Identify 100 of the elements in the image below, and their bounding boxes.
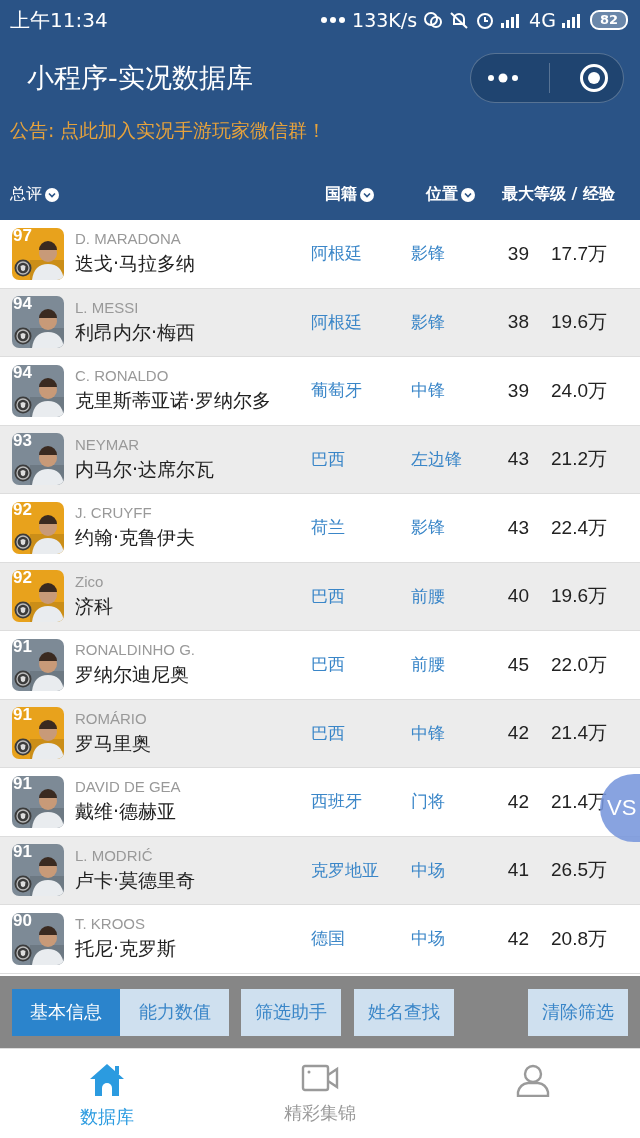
experience: 22.0万 [550, 652, 607, 677]
player-name-chinese: 济科 [75, 593, 114, 619]
max-level: 38 [506, 311, 529, 334]
player-name-chinese: 利昂内尔·梅西 [75, 319, 197, 345]
experience: 17.7万 [550, 241, 607, 266]
player-name-chinese: 内马尔·达席尔瓦 [75, 456, 216, 482]
player-name-chinese: 罗马里奥 [75, 730, 152, 756]
nav-tab[interactable]: 数据库 [0, 1049, 214, 1138]
player-name-chinese: 戴维·德赫亚 [75, 799, 178, 825]
nav-tab[interactable]: 精彩集锦 [213, 1049, 427, 1138]
toolbar-tab[interactable]: 清除筛选 [528, 988, 628, 1036]
rating-number: 94 [13, 364, 32, 383]
nav-tab-label: 数据库 [79, 1105, 134, 1129]
player-name-english: C. RONALDO [75, 367, 170, 385]
player-name-chinese: 罗纳尔迪尼奥 [75, 662, 190, 688]
experience: 21.4万 [550, 721, 607, 746]
player-name-english: ROMÁRIO [75, 709, 148, 727]
toolbar-tab[interactable]: 姓名查找 [354, 988, 454, 1036]
shield-badge-icon [14, 943, 32, 962]
close-icon[interactable] [578, 63, 609, 93]
shield-badge-icon [14, 464, 32, 483]
max-level: 43 [506, 516, 529, 539]
player-name-english: T. KROOS [75, 915, 146, 933]
nationality: 克罗地亚 [311, 858, 380, 882]
rating-number: 94 [13, 296, 32, 315]
shield-badge-icon [14, 395, 32, 414]
experience: 19.6万 [550, 584, 607, 609]
shield-badge-icon [14, 738, 32, 757]
nationality: 巴西 [311, 653, 346, 677]
toolbar-tab[interactable]: 筛选助手 [241, 988, 341, 1036]
dropdown-icon[interactable] [360, 187, 374, 202]
rating-number: 91 [13, 638, 32, 657]
position: 中锋 [411, 379, 446, 403]
nationality: 葡萄牙 [311, 379, 363, 403]
player-name-english: J. CRUYFF [75, 504, 153, 522]
rating-number: 92 [13, 570, 32, 589]
max-level: 42 [506, 722, 529, 745]
column-header[interactable]: 国籍 [325, 184, 357, 205]
player-name-chinese: 约翰·克鲁伊夫 [75, 525, 197, 551]
nationality: 巴西 [311, 584, 346, 608]
shield-badge-icon [14, 327, 32, 346]
more-dots-icon [320, 16, 347, 24]
player-name-english: RONALDINHO G. [75, 641, 196, 659]
position: 中场 [411, 927, 446, 951]
shield-badge-icon [14, 601, 32, 620]
experience: 24.0万 [550, 378, 607, 403]
max-level: 42 [506, 790, 529, 813]
bell-muted-icon [449, 10, 470, 30]
max-level: 45 [506, 653, 529, 676]
dropdown-icon[interactable] [461, 187, 475, 202]
max-level: 39 [506, 242, 529, 265]
position: 影锋 [411, 516, 446, 540]
max-level: 40 [506, 585, 529, 608]
alarm-icon [475, 10, 496, 30]
network-speed: 133K/s [352, 9, 418, 31]
home-icon [88, 1063, 125, 1097]
shield-badge-icon [14, 532, 32, 551]
shield-badge-icon [14, 806, 32, 825]
experience: 26.5万 [550, 858, 607, 883]
player-name-chinese: 卢卡·莫德里奇 [75, 867, 197, 893]
video-camera-icon [301, 1063, 339, 1093]
column-header[interactable]: 位置 [426, 184, 458, 205]
experience: 20.8万 [550, 926, 607, 951]
rating-number: 91 [13, 844, 32, 863]
nationality: 德国 [311, 927, 346, 951]
player-name-english: L. MESSI [75, 298, 140, 316]
toolbar-tab[interactable]: 基本信息 [12, 988, 120, 1036]
battery-indicator: 82 [589, 10, 628, 30]
player-name-chinese: 克里斯蒂亚诺·罗纳尔多 [75, 388, 273, 414]
page-title: 小程序-实况数据库 [27, 61, 253, 95]
player-name-english: NEYMAR [75, 435, 141, 453]
rating-number: 97 [13, 227, 32, 246]
column-header[interactable]: 总评 [10, 184, 42, 205]
experience: 22.4万 [550, 515, 607, 540]
max-level: 43 [506, 448, 529, 471]
status-time: 上午11:34 [10, 6, 108, 34]
max-level: 41 [506, 859, 529, 882]
nationality: 西班牙 [311, 790, 363, 814]
notice-link[interactable]: 公告: 点此加入实况手游玩家微信群！ [0, 116, 640, 146]
experience: 21.2万 [550, 447, 607, 472]
rating-number: 91 [13, 775, 32, 794]
nationality: 巴西 [311, 721, 346, 745]
toolbar-tab[interactable]: 能力数值 [120, 988, 229, 1036]
nationality: 荷兰 [311, 516, 346, 540]
link-icon [423, 10, 444, 30]
rating-number: 91 [13, 707, 32, 726]
dropdown-icon[interactable] [45, 187, 59, 202]
shield-badge-icon [14, 875, 32, 894]
position: 门将 [411, 790, 446, 814]
network-type: 4G [529, 9, 556, 31]
position: 中锋 [411, 721, 446, 745]
nav-tab-label: 精彩集锦 [284, 1101, 356, 1125]
position: 前腰 [411, 584, 446, 608]
shield-badge-icon [14, 669, 32, 688]
player-name-chinese: 托尼·克罗斯 [75, 936, 178, 962]
position: 左边锋 [411, 447, 463, 471]
player-name-chinese: 迭戈·马拉多纳 [75, 251, 197, 277]
position: 前腰 [411, 653, 446, 677]
column-header[interactable]: 最大等级 / 经验 [502, 184, 615, 205]
more-icon[interactable] [485, 72, 520, 84]
